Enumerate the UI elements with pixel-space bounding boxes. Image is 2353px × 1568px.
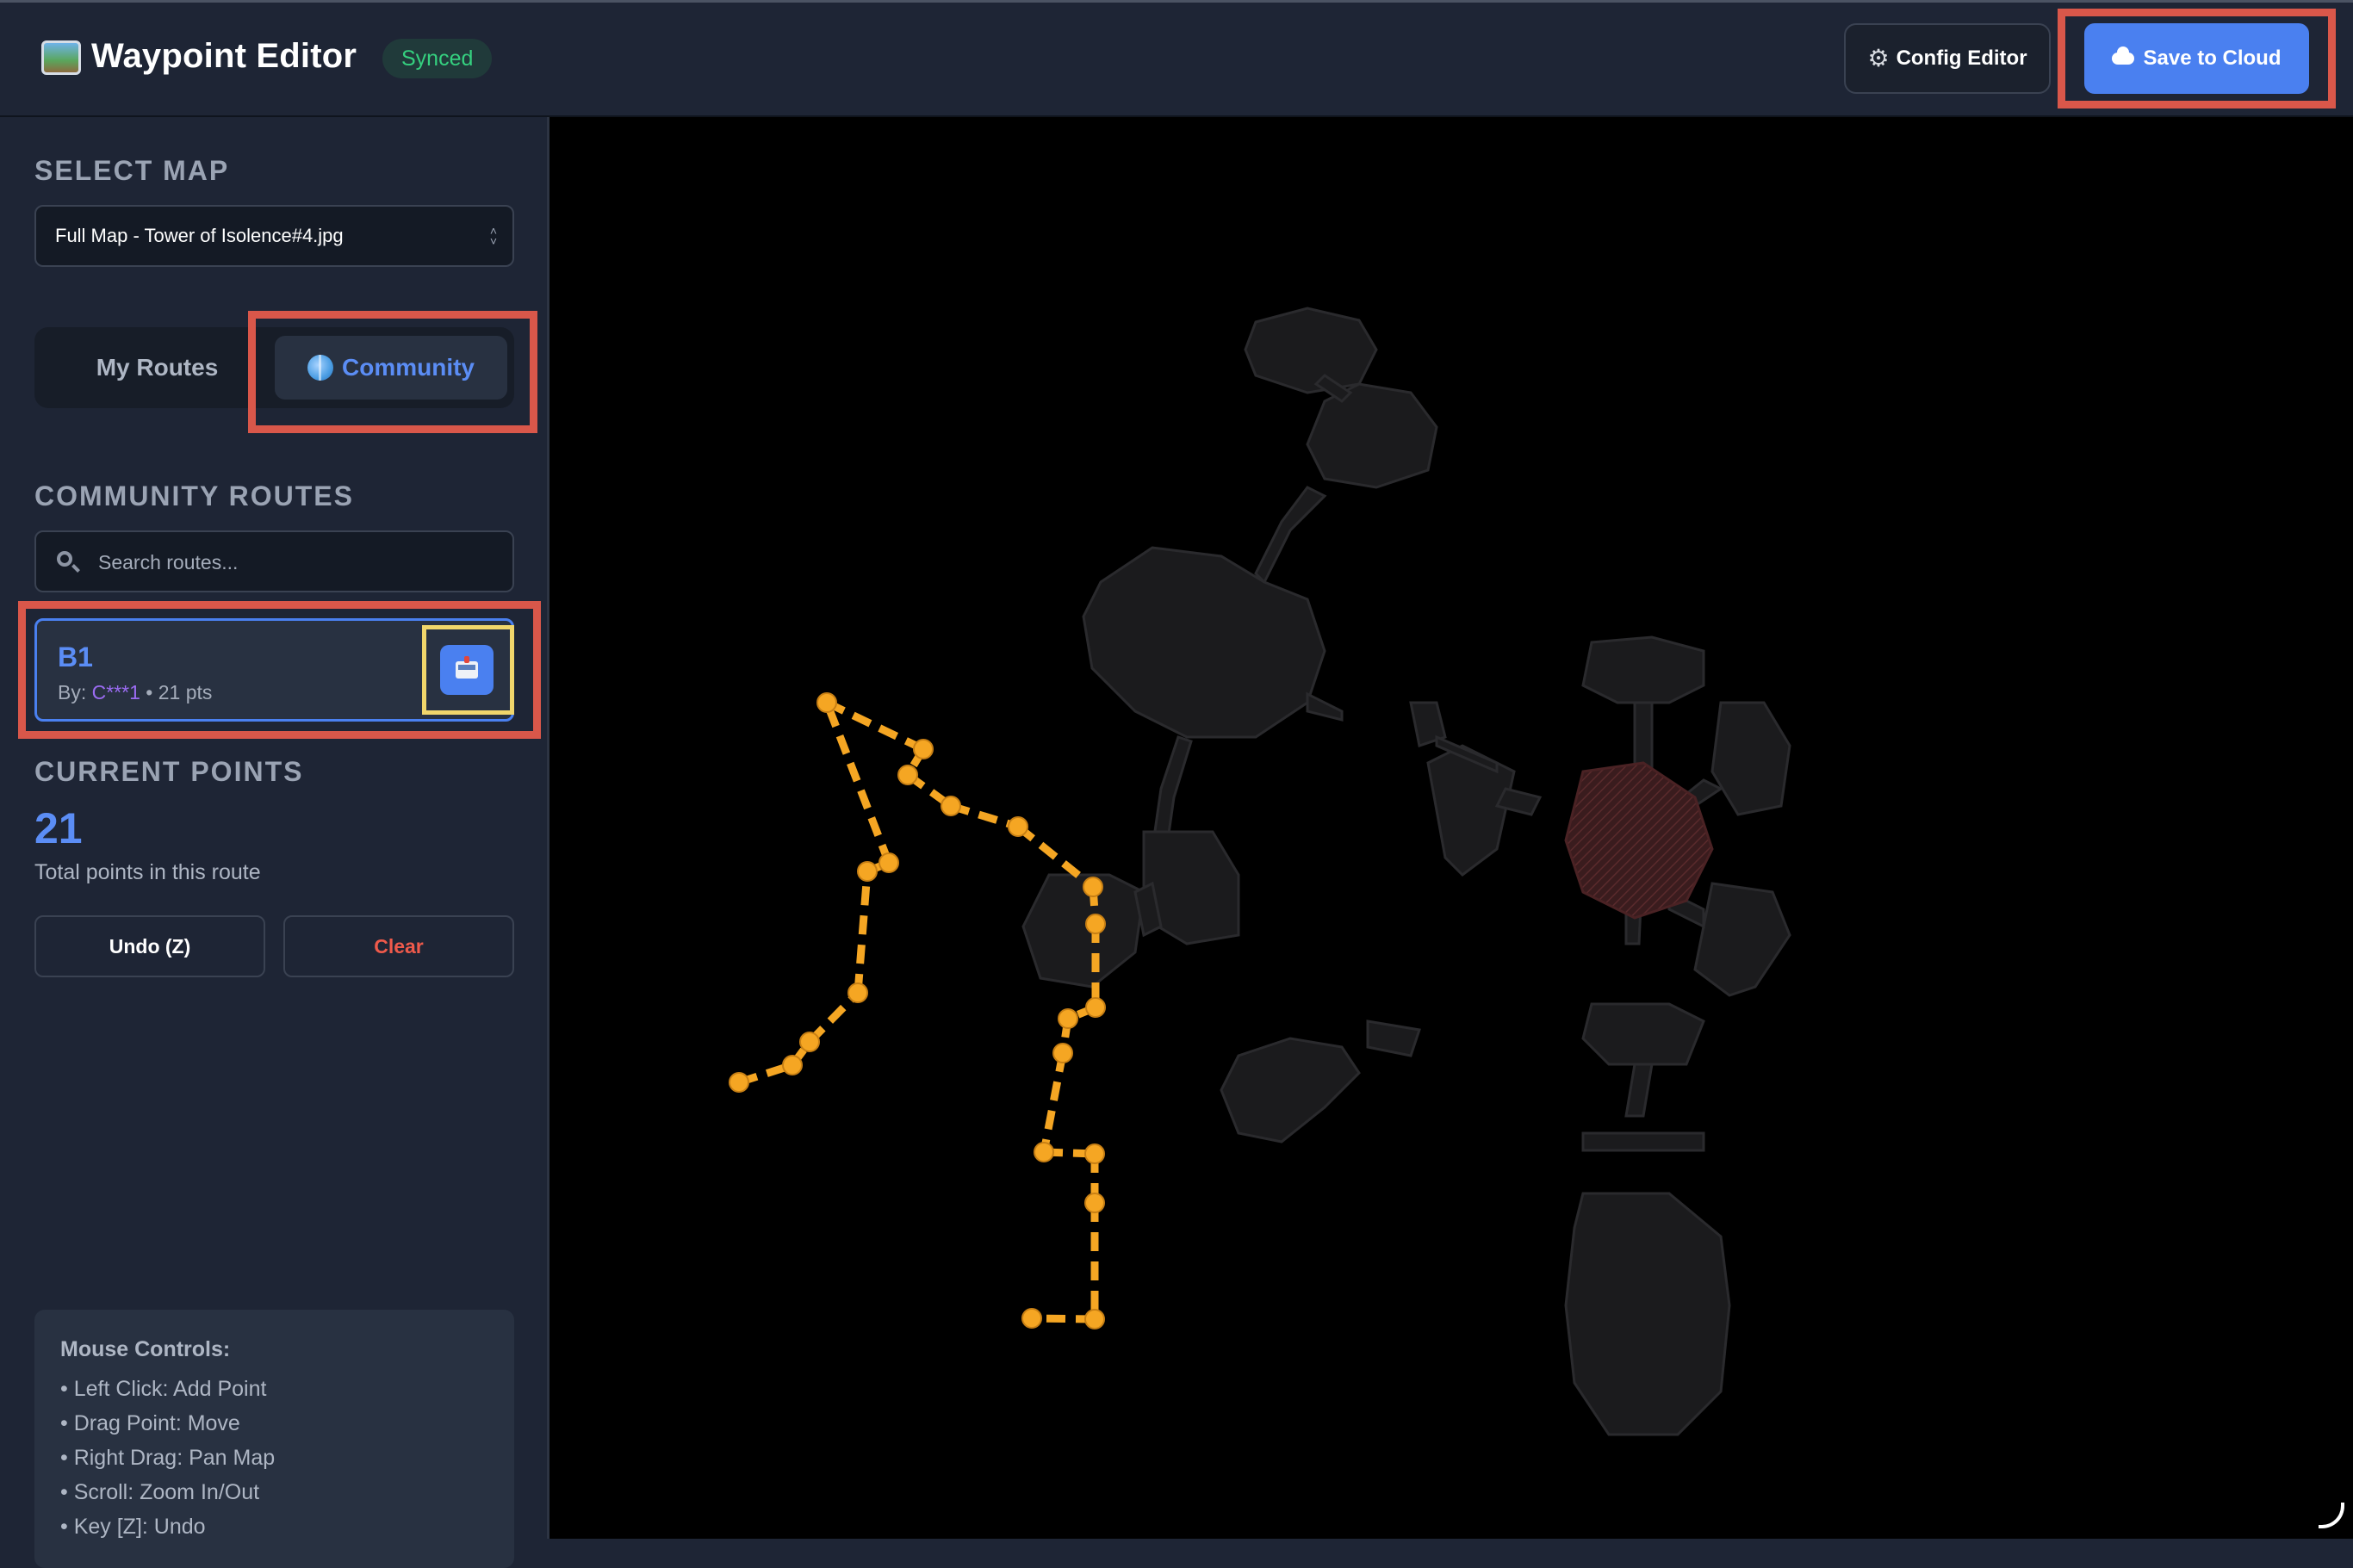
route-search-box [34,530,514,592]
waypoint-marker[interactable] [1083,877,1103,897]
map-canvas[interactable] [549,117,2353,1539]
waypoint-marker[interactable] [1034,1142,1054,1162]
map-room [1366,1020,1421,1057]
waypoint-marker[interactable] [1052,1043,1073,1063]
waypoint-marker[interactable] [1084,1143,1105,1164]
waypoint-marker[interactable] [897,765,918,785]
mouse-controls-title: Mouse Controls: [60,1337,231,1361]
sync-status-badge: Synced [382,39,493,78]
sidebar: SELECT MAP Full Map - Tower of Isolence#… [0,117,549,1568]
waypoint-marker[interactable] [847,982,868,1003]
map-room [1624,1063,1654,1118]
waypoint-marker[interactable] [799,1032,820,1052]
dungeon-map[interactable] [549,117,2353,1539]
map-select[interactable]: Full Map - Tower of Isolence#4.jpg ˄ ˅ [34,205,514,267]
points-count: 21 [34,804,83,852]
top-bar: Waypoint Editor Synced ⚙ Config Editor S… [0,0,2353,117]
waypoint-marker[interactable] [1008,816,1028,837]
map-room [1220,1037,1361,1143]
app-title: Waypoint Editor [91,37,357,75]
current-points-heading: CURRENT POINTS [34,756,304,787]
help-item: • Drag Point: Move [60,1411,240,1435]
route-author: C***1 [91,681,140,703]
map-picture-icon [41,40,81,75]
route-layer [729,692,1106,1329]
map-room [1426,744,1516,877]
help-item: • Right Drag: Pan Map [60,1446,276,1470]
tab-my-routes[interactable]: My Routes [34,327,280,408]
waypoint-marker[interactable] [1084,1309,1105,1329]
waypoint-marker[interactable] [913,739,934,759]
waypoint-marker[interactable] [1021,1308,1042,1329]
help-item: • Left Click: Add Point [60,1377,267,1401]
community-routes-heading: COMMUNITY ROUTES [34,480,354,511]
danger-zone [1564,761,1714,920]
config-editor-label: Config Editor [1896,46,2027,70]
help-item: • Key [Z]: Undo [60,1515,206,1539]
waypoint-marker[interactable] [941,796,961,816]
map-room [1306,691,1344,722]
waypoint-marker[interactable] [1085,914,1106,934]
waypoint-marker[interactable] [878,852,899,873]
cloud-icon [2112,46,2135,65]
waypoint-marker[interactable] [782,1055,803,1075]
points-description: Total points in this route [34,860,261,884]
waypoint-marker[interactable] [1058,1008,1078,1029]
inbox-download-icon [456,656,478,679]
community-tab-highlight [248,311,537,433]
map-room [1581,1002,1705,1066]
map-room [1581,635,1705,704]
map-room [1633,701,1654,773]
save-to-cloud-label: Save to Cloud [2143,46,2282,70]
route-segment [1040,1052,1067,1153]
route-by-label: By: [58,681,87,703]
map-room [1244,307,1378,394]
select-arrows-icon: ˄ ˅ [489,224,497,248]
route-segment [949,802,1020,831]
tab-my-routes-label: My Routes [96,354,219,381]
waypoint-marker[interactable] [729,1072,749,1093]
map-room [1710,701,1791,816]
waypoint-marker[interactable] [1084,1193,1105,1213]
clear-button[interactable]: Clear [283,915,514,977]
route-search-input[interactable] [96,532,505,592]
route-points: 21 pts [158,681,213,703]
map-room [1254,486,1327,585]
map-room [1021,873,1145,989]
map-room [1564,1192,1731,1436]
map-room [1693,882,1791,997]
map-select-value: Full Map - Tower of Isolence#4.jpg [55,225,344,246]
route-segment [854,871,872,994]
undo-button[interactable]: Undo (Z) [34,915,265,977]
route-meta: By: C***1 • 21 pts [58,681,212,704]
map-room [1082,546,1326,739]
load-route-button[interactable] [440,645,494,695]
help-item: • Scroll: Zoom In/Out [60,1480,260,1504]
gear-icon: ⚙ [1867,45,1890,71]
mouse-controls-list: • Left Click: Add Point • Drag Point: Mo… [60,1372,275,1544]
select-map-heading: SELECT MAP [34,155,230,186]
route-name: B1 [58,641,93,672]
mouse-controls-panel: Mouse Controls: • Left Click: Add Point … [34,1310,514,1568]
save-to-cloud-button[interactable]: Save to Cloud [2084,23,2309,94]
waypoint-marker[interactable] [1085,997,1106,1018]
search-icon [57,551,72,567]
waypoint-marker[interactable] [857,861,878,882]
map-room [1581,1131,1705,1152]
config-editor-button[interactable]: ⚙ Config Editor [1844,23,2051,94]
waypoint-marker[interactable] [816,692,837,713]
route-meta-separator: • [146,681,153,703]
route-segment [823,701,893,865]
map-room [1306,382,1438,489]
